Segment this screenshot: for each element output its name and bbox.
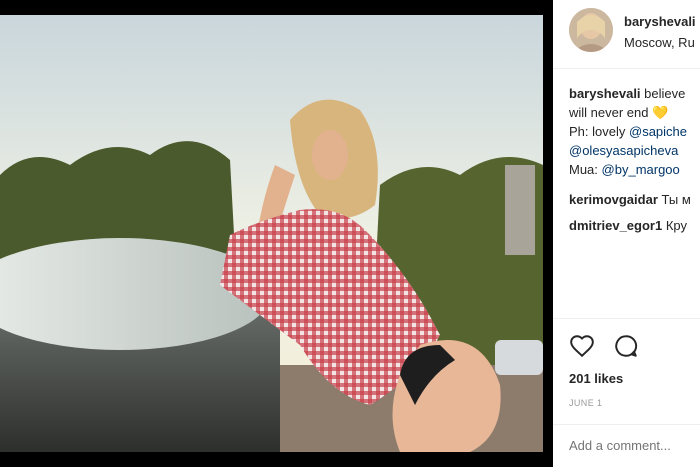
add-comment-input[interactable] [569, 438, 699, 453]
comment-row: dmitriev_egor1 Кру [569, 218, 687, 233]
comment-username[interactable]: dmitriev_egor1 [569, 218, 662, 233]
photo-illustration [0, 15, 543, 452]
comment-row: kerimovgaidar Ты м [569, 192, 691, 207]
caption-mua-label: Mua: [569, 162, 598, 177]
caption-text-2: will never end [569, 105, 649, 120]
action-bar [569, 333, 653, 364]
post-header: baryshevali Moscow, Ru [553, 0, 700, 69]
mention-link-olesyasapicheva[interactable]: @olesyasapicheva [569, 143, 678, 158]
location-link[interactable]: Moscow, Ru [624, 35, 695, 50]
comment-text: Ты м [661, 192, 691, 207]
comment-text: Кру [665, 218, 687, 233]
username-link[interactable]: baryshevali [624, 14, 696, 29]
yellow-heart-emoji: 💛 [652, 105, 669, 120]
caption-username[interactable]: baryshevali [569, 86, 641, 101]
divider [553, 318, 700, 319]
post-photo[interactable] [0, 15, 543, 452]
mention-link-sapiche[interactable]: @sapiche [629, 124, 687, 139]
comment-username[interactable]: kerimovgaidar [569, 192, 658, 207]
likes-count[interactable]: 201 likes [569, 371, 623, 386]
divider [553, 424, 700, 425]
caption: baryshevali believe will never end 💛 Ph:… [569, 84, 700, 179]
heart-outline-icon[interactable] [569, 333, 595, 359]
caption-text-1: believe [644, 86, 686, 101]
avatar[interactable] [569, 8, 613, 52]
post-sidebar: baryshevali Moscow, Ru baryshevali belie… [553, 0, 700, 467]
speech-bubble-icon[interactable] [613, 333, 639, 359]
caption-ph-label: Ph: lovely [569, 124, 626, 139]
post-date: JUNE 1 [569, 398, 603, 408]
mention-link-by-margoo[interactable]: @by_margoo [602, 162, 680, 177]
